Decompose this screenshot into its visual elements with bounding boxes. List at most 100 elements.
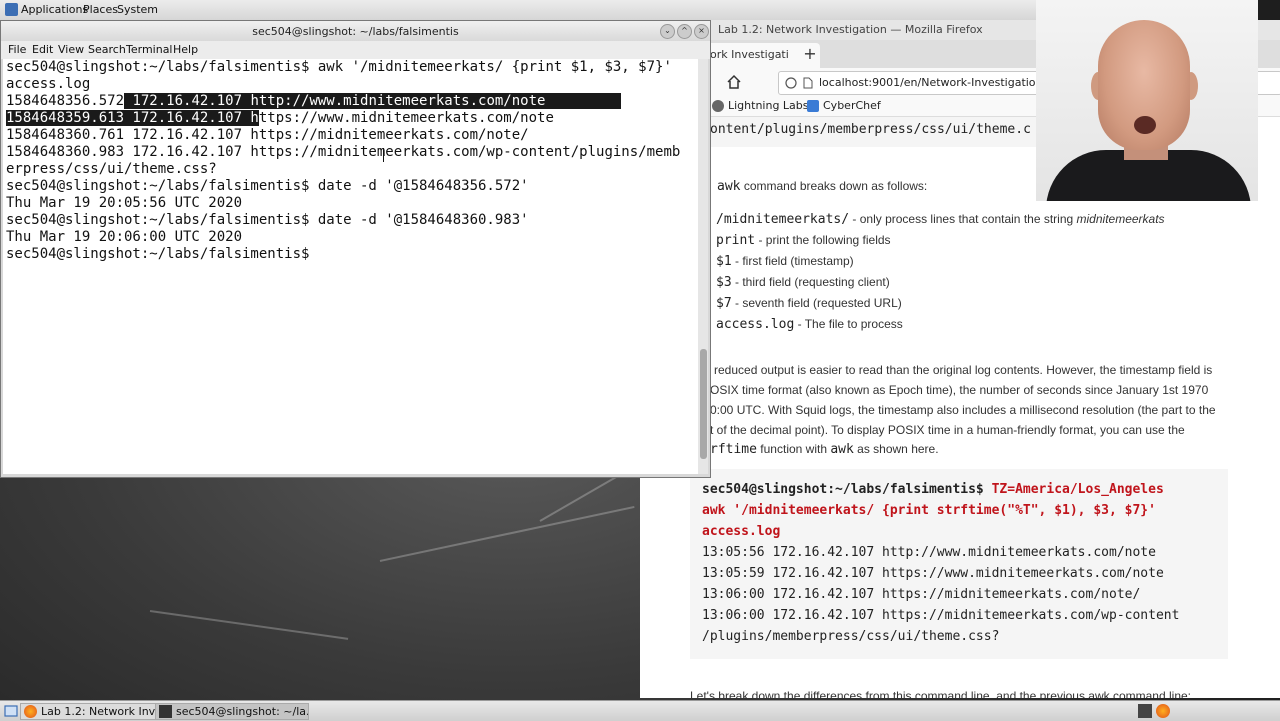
- menu-file[interactable]: File: [8, 43, 26, 56]
- bullet-text: - first field (timestamp): [731, 254, 854, 268]
- terminal-text: sec504@slingshot:~/labs/falsimentis$ dat…: [6, 178, 529, 194]
- code-output-line: 13:06:00 172.16.42.107 https://midniteme…: [702, 587, 1141, 602]
- inline-code: print: [716, 233, 756, 248]
- terminal-output[interactable]: sec504@slingshot:~/labs/falsimentis$ awk…: [3, 59, 698, 474]
- bullet-item: $7 - seventh field (requested URL): [699, 296, 902, 311]
- terminal-selected-text: 1584648359.613 172.16.42.107 h: [6, 110, 259, 126]
- bullet-item: $3 - third field (requesting client): [699, 275, 890, 290]
- terminal-line: sec504@slingshot:~/labs/falsimentis$ dat…: [6, 212, 529, 229]
- minimize-icon[interactable]: ⌄: [660, 24, 675, 39]
- code-command: awk '/midnitemeerkats/ {print strftime("…: [702, 503, 1156, 518]
- info-icon[interactable]: [785, 77, 797, 89]
- inline-code: $7: [716, 296, 732, 311]
- terminal-text: Thu Mar 19 20:05:56 UTC 2020: [6, 195, 243, 211]
- terminal-menubar: File Edit View Search Terminal Help: [1, 41, 710, 59]
- home-icon[interactable]: [726, 74, 742, 90]
- terminal-titlebar[interactable]: sec504@slingshot: ~/labs/falsimentis ⌄ ^…: [1, 21, 710, 41]
- show-desktop-icon[interactable]: [4, 704, 18, 718]
- new-tab-button[interactable]: +: [800, 44, 820, 64]
- bullet-item: $1 - first field (timestamp): [699, 254, 854, 269]
- page-icon: [803, 77, 813, 89]
- terminal-scrollbar[interactable]: [698, 59, 708, 474]
- bullet-text: - The file to process: [794, 317, 903, 331]
- terminal-text: 1584648356.572: [6, 93, 125, 109]
- terminal-icon: [159, 705, 172, 718]
- terminal-line: sec504@slingshot:~/labs/falsimentis$ dat…: [6, 178, 529, 195]
- bookmark-label: Lightning Labs: [728, 99, 809, 112]
- code-output-line: /plugins/memberpress/css/ui/theme.css?: [702, 629, 1000, 644]
- inline-code: awk: [830, 442, 854, 457]
- paragraph-line: reduced output is easier to read than th…: [714, 363, 1213, 377]
- terminal-line: sec504@slingshot:~/labs/falsimentis$ awk…: [6, 59, 672, 76]
- paragraph-line: 0:00 UTC. With Squid logs, the timestamp…: [710, 403, 1216, 417]
- bullet-text: - seventh field (requested URL): [731, 296, 902, 310]
- bookmark-label: CyberChef: [823, 99, 881, 112]
- inline-code: $1: [716, 254, 732, 269]
- terminal-text: 1584648360.983 172.16.42.107 https://mid…: [6, 144, 681, 160]
- taskbar-item-terminal[interactable]: sec504@slingshot: ~/la...: [155, 703, 309, 720]
- intro-text: command breaks down as follows:: [743, 179, 928, 193]
- inline-code: /midnitemeerkats/: [716, 212, 850, 227]
- menu-system[interactable]: System: [117, 3, 158, 16]
- close-icon[interactable]: ×: [694, 24, 709, 39]
- intro-line: awk command breaks down as follows:: [717, 179, 927, 194]
- menu-search[interactable]: Search: [88, 43, 126, 56]
- inline-code: access.log: [716, 317, 795, 332]
- bookmark-cyberchef[interactable]: CyberChef: [807, 99, 881, 112]
- scrollbar-thumb[interactable]: [700, 349, 707, 459]
- workspace-icon[interactable]: [1138, 704, 1152, 718]
- paragraph-text: function with: [756, 442, 831, 456]
- code-output-line: 13:06:00 172.16.42.107 https://midniteme…: [702, 608, 1180, 623]
- background-scratch: [379, 505, 635, 562]
- paragraph-line: rftime function with awk as shown here.: [710, 442, 939, 457]
- terminal-text: sec504@slingshot:~/labs/falsimentis$ awk…: [6, 59, 672, 75]
- code-output-line: 13:05:56 172.16.42.107 http://www.midnit…: [702, 545, 1156, 560]
- menu-applications[interactable]: Applications: [21, 3, 88, 16]
- code-block: sec504@slingshot:~/labs/falsimentis$ TZ=…: [690, 469, 1228, 659]
- terminal-text: sec504@slingshot:~/labs/falsimentis$: [6, 246, 310, 262]
- terminal-line: Thu Mar 19 20:06:00 UTC 2020: [6, 229, 242, 246]
- terminal-line: 1584648359.613 172.16.42.107 https://www…: [6, 110, 554, 127]
- bullet-emphasis: midnitemeerkats: [1076, 212, 1165, 226]
- bullet-text: - print the following fields: [755, 233, 891, 247]
- bullet-item: access.log - The file to process: [699, 317, 903, 332]
- bullet-text: - only process lines that contain the st…: [849, 212, 1077, 226]
- code-prompt: sec504@slingshot:~/labs/falsimentis$: [702, 482, 984, 497]
- terminal-text: 1584648360.761 172.16.42.107 https://mid…: [6, 127, 529, 143]
- code-text: ontent/plugins/memberpress/css/ui/theme.…: [710, 122, 1031, 137]
- bullet-item: /midnitemeerkats/ - only process lines t…: [699, 212, 1165, 227]
- maximize-icon[interactable]: ^: [677, 24, 692, 39]
- menu-edit[interactable]: Edit: [32, 43, 53, 56]
- page-content: ontent/plugins/memberpress/css/ui/theme.…: [640, 117, 1280, 698]
- bottom-panel: Lab 1.2: Network Inves... sec504@slingsh…: [0, 700, 1280, 721]
- cyberchef-icon: [807, 100, 819, 112]
- menu-view[interactable]: View: [58, 43, 84, 56]
- menu-terminal[interactable]: Terminal: [126, 43, 173, 56]
- url-text: localhost:9001/en/Network-Investigation.…: [819, 76, 1072, 89]
- background-scratch: [149, 610, 349, 640]
- taskbar-label: sec504@slingshot: ~/la...: [176, 705, 309, 718]
- firefox-icon: [24, 705, 37, 718]
- firefox-tray-icon[interactable]: [1156, 704, 1170, 718]
- terminal-line: sec504@slingshot:~/labs/falsimentis$: [6, 246, 309, 263]
- taskbar-item-firefox[interactable]: Lab 1.2: Network Inves...: [20, 703, 174, 720]
- text-cursor: [383, 148, 384, 162]
- code-command: TZ=America/Los_Angeles: [983, 482, 1164, 497]
- terminal-title: sec504@slingshot: ~/labs/falsimentis: [252, 25, 459, 38]
- terminal-text: erpress/css/ui/theme.css?: [6, 161, 217, 177]
- terminal-text: Thu Mar 19 20:06:00 UTC 2020: [6, 229, 243, 245]
- paragraph-text: as shown here.: [853, 442, 939, 456]
- applications-icon[interactable]: [5, 3, 18, 16]
- menu-places[interactable]: Places: [83, 3, 118, 16]
- terminal-text: sec504@slingshot:~/labs/falsimentis$ dat…: [6, 212, 529, 228]
- terminal-line: 1584648360.761 172.16.42.107 https://mid…: [6, 127, 529, 144]
- top-panel: Applications Places System: [0, 0, 1036, 21]
- terminal-line: Thu Mar 19 20:05:56 UTC 2020: [6, 195, 242, 212]
- bookmark-lightning-labs[interactable]: Lightning Labs: [712, 99, 809, 112]
- menu-help[interactable]: Help: [173, 43, 198, 56]
- terminal-text: ttps://www.midnitemeerkats.com/note: [258, 110, 554, 126]
- terminal-line: access.log: [6, 76, 90, 93]
- paragraph-line: OSIX time format (also known as Epoch ti…: [710, 383, 1209, 397]
- code-line: sec504@slingshot:~/labs/falsimentis$ TZ=…: [702, 482, 1164, 497]
- webcam-overlay: [1036, 0, 1258, 201]
